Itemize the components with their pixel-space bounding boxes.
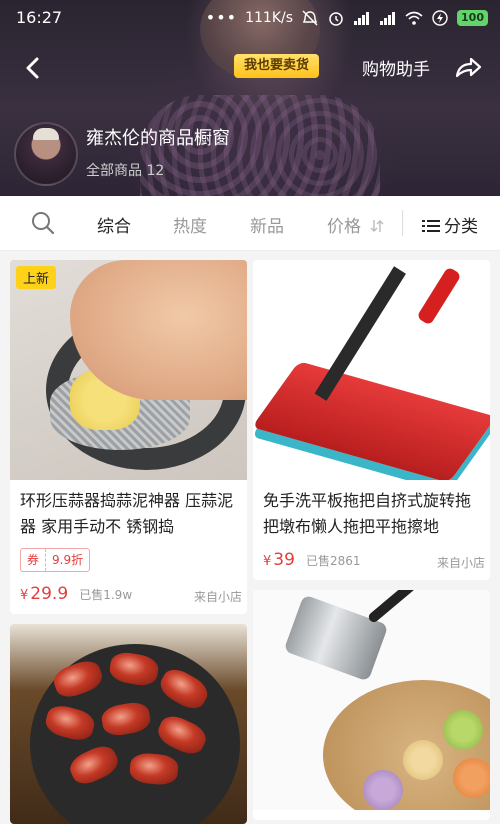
divider [402, 210, 403, 236]
product-image-mop[interactable] [253, 260, 490, 480]
avatar[interactable] [14, 122, 78, 186]
share-icon[interactable] [454, 54, 482, 80]
product-card[interactable]: 上新 环形压蒜器捣蒜泥神器 压蒜泥器 家用手动不 锈钢捣 券 9.9折 ¥29.… [10, 260, 247, 614]
status-time: 16:27 [16, 8, 63, 27]
product-card[interactable] [253, 590, 490, 820]
alarm-icon [329, 11, 343, 26]
mute-icon [302, 9, 318, 26]
sold-count: 已售1.9w [79, 588, 133, 602]
list-icon [422, 220, 440, 232]
back-button[interactable] [20, 54, 48, 82]
product-image-garlic-press[interactable]: 上新 [10, 260, 247, 480]
product-card[interactable] [10, 624, 247, 824]
shop-header: 16:27 ••• 111K/s 100 我也要卖货 购物助手 雍杰伦的商品橱窗… [0, 0, 500, 196]
network-speed: 111K/s [245, 9, 294, 26]
product-image-sausage[interactable] [10, 624, 247, 824]
tab-popularity[interactable]: 热度 [173, 212, 207, 237]
new-badge: 上新 [16, 266, 57, 289]
product-card[interactable]: 免手洗平板拖把自挤式旋转拖把墩布懒人拖把平拖擦地 ¥39 已售2861 来自小店 [253, 260, 490, 580]
product-price: ¥39 [263, 550, 295, 570]
sell-goods-button[interactable]: 我也要卖货 [234, 54, 320, 78]
product-image-noodle-press[interactable] [253, 590, 490, 810]
tab-new[interactable]: 新品 [250, 212, 284, 237]
shop-name: 雍杰伦的商品橱窗 [86, 128, 230, 149]
price-value: 39 [273, 550, 295, 570]
product-source: 来自小店 [193, 590, 242, 604]
product-price: ¥29.9 [20, 584, 68, 604]
coupon-label: 券 [21, 549, 47, 571]
coupon-value: 9.9折 [52, 553, 84, 567]
product-title[interactable]: 免手洗平板拖把自挤式旋转拖把墩布懒人拖把平拖擦地 [263, 488, 485, 540]
category-button[interactable]: 分类 [422, 212, 478, 237]
tab-price[interactable]: 价格 [327, 212, 384, 237]
search-icon[interactable] [30, 210, 56, 236]
wifi-icon [405, 11, 423, 25]
product-count[interactable]: 全部商品 12 [86, 160, 164, 180]
sort-icon [370, 220, 384, 232]
signal-icon-2 [380, 11, 396, 25]
signal-icon [354, 11, 370, 25]
category-label: 分类 [444, 217, 478, 237]
shopping-assistant-link[interactable]: 购物助手 [362, 55, 430, 80]
tab-comprehensive[interactable]: 综合 [97, 212, 131, 237]
charging-icon [432, 9, 448, 26]
currency-symbol: ¥ [263, 554, 272, 569]
currency-symbol: ¥ [20, 588, 29, 603]
price-value: 29.9 [30, 584, 69, 604]
more-dots-icon: ••• [205, 8, 238, 27]
filter-bar: 综合 热度 新品 价格 分类 [0, 196, 500, 251]
product-source: 来自小店 [436, 556, 485, 570]
coupon-tag: 券 9.9折 [20, 548, 91, 572]
price-row: ¥39 已售2861 来自小店 [263, 550, 485, 574]
tab-price-label: 价格 [327, 217, 361, 237]
price-row: ¥29.9 已售1.9w 来自小店 [20, 584, 242, 608]
product-title[interactable]: 环形压蒜器捣蒜泥神器 压蒜泥器 家用手动不 锈钢捣 [20, 488, 242, 540]
status-bar: 16:27 ••• 111K/s 100 [0, 0, 500, 36]
battery-indicator: 100 [457, 9, 488, 26]
sold-count: 已售2861 [306, 554, 361, 568]
